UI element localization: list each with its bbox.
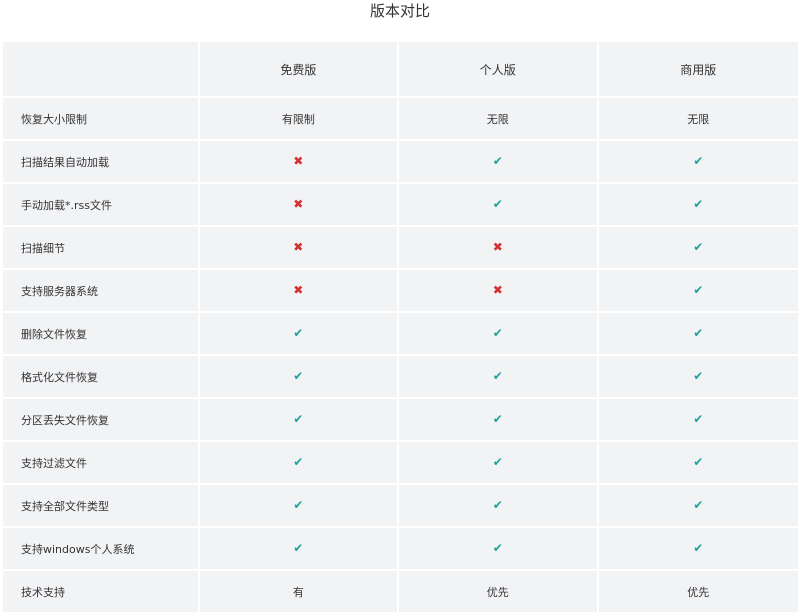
status-cell: ✔: [598, 184, 798, 227]
table-row: 扫描细节 ✖ ✖ ✔: [3, 227, 798, 270]
check-icon: ✔: [693, 541, 704, 555]
check-icon: ✔: [693, 197, 704, 211]
status-cell: ✔: [598, 141, 798, 184]
value-cell: 优先: [399, 571, 599, 614]
table-row: 恢复大小限制 有限制 无限 无限: [3, 98, 798, 141]
feature-label: 删除文件恢复: [3, 313, 200, 356]
table-row: 删除文件恢复 ✔ ✔ ✔: [3, 313, 798, 356]
check-icon: ✔: [293, 326, 304, 340]
status-cell: ✔: [199, 485, 400, 528]
status-cell: ✖: [399, 270, 599, 313]
feature-label: 支持windows个人系统: [3, 528, 200, 571]
check-icon: ✔: [492, 498, 503, 512]
header-personal-edition: 个人版: [399, 42, 599, 98]
check-icon: ✔: [693, 283, 704, 297]
status-cell: ✔: [598, 313, 798, 356]
feature-label: 支持服务器系统: [3, 270, 200, 313]
status-cell: ✔: [199, 399, 400, 442]
cross-icon: ✖: [492, 240, 503, 254]
table-row: 技术支持有优先 优先: [3, 571, 798, 614]
status-cell: ✔: [598, 485, 798, 528]
check-icon: ✔: [492, 541, 503, 555]
table-row: 支持过滤文件 ✔ ✔ ✔: [3, 442, 798, 485]
feature-label: 分区丢失文件恢复: [3, 399, 200, 442]
status-cell: ✖: [199, 141, 400, 184]
check-icon: ✔: [293, 412, 304, 426]
value-cell: 无限: [399, 98, 599, 141]
status-cell: ✔: [399, 141, 599, 184]
status-cell: ✖: [199, 270, 400, 313]
feature-label: 支持过滤文件: [3, 442, 200, 485]
check-icon: ✔: [492, 154, 503, 168]
header-free-edition: 免费版: [199, 42, 400, 98]
check-icon: ✔: [293, 369, 304, 383]
status-cell: ✖: [199, 227, 400, 270]
status-cell: ✔: [598, 528, 798, 571]
table-body: 恢复大小限制 有限制 无限 无限 扫描结果自动加载 ✖ ✔ ✔ 手动加载*.rss文件 ✖ ✔ ✔ 扫描…: [3, 98, 798, 614]
check-icon: ✔: [693, 326, 704, 340]
status-cell: ✔: [199, 356, 400, 399]
check-icon: ✔: [492, 455, 503, 469]
feature-label: 支持全部文件类型: [3, 485, 200, 528]
status-cell: ✔: [399, 528, 599, 571]
header-row: 免费版 个人版 商用版: [3, 42, 798, 98]
cross-icon: ✖: [293, 154, 304, 168]
check-icon: ✔: [293, 541, 304, 555]
table-row: 支持全部文件类型 ✔ ✔ ✔: [3, 485, 798, 528]
table-row: 支持服务器系统 ✖ ✖ ✔: [3, 270, 798, 313]
table-row: 分区丢失文件恢复 ✔ ✔ ✔: [3, 399, 798, 442]
check-icon: ✔: [492, 326, 503, 340]
status-cell: ✔: [199, 442, 400, 485]
status-cell: ✔: [199, 313, 400, 356]
check-icon: ✔: [693, 455, 704, 469]
feature-label: 格式化文件恢复: [3, 356, 200, 399]
status-cell: ✔: [598, 442, 798, 485]
status-cell: ✔: [399, 184, 599, 227]
status-cell: ✔: [399, 485, 599, 528]
header-business-edition: 商用版: [598, 42, 798, 98]
check-icon: ✔: [492, 197, 503, 211]
check-icon: ✔: [492, 412, 503, 426]
cross-icon: ✖: [293, 197, 304, 211]
status-cell: ✖: [399, 227, 599, 270]
value-cell: 优先: [598, 571, 798, 614]
table-row: 格式化文件恢复 ✔ ✔ ✔: [3, 356, 798, 399]
status-cell: ✔: [598, 227, 798, 270]
check-icon: ✔: [293, 498, 304, 512]
cross-icon: ✖: [492, 283, 503, 297]
status-cell: ✔: [399, 399, 599, 442]
status-cell: ✔: [598, 399, 798, 442]
check-icon: ✔: [492, 369, 503, 383]
table-row: 扫描结果自动加载 ✖ ✔ ✔: [3, 141, 798, 184]
table-row: 支持windows个人系统 ✔ ✔ ✔: [3, 528, 798, 571]
header-feature-cell: [3, 42, 200, 98]
status-cell: ✔: [399, 313, 599, 356]
feature-label: 手动加载*.rss文件: [3, 184, 200, 227]
status-cell: ✔: [199, 528, 400, 571]
feature-label: 恢复大小限制: [3, 98, 200, 141]
value-cell: 无限: [598, 98, 798, 141]
page-title: 版本对比: [369, 2, 430, 20]
status-cell: ✔: [598, 270, 798, 313]
table-row: 手动加载*.rss文件 ✖ ✔ ✔: [3, 184, 798, 227]
comparison-table: 免费版 个人版 商用版 恢复大小限制 有限制 无限 无限 扫描结果自动加载 ✖ ✔ ✔ 手动加载…: [3, 42, 798, 614]
status-cell: ✖: [199, 184, 400, 227]
check-icon: ✔: [693, 412, 704, 426]
check-icon: ✔: [293, 455, 304, 469]
value-cell: 有限制: [199, 98, 400, 141]
feature-label: 扫描结果自动加载: [3, 141, 200, 184]
value-cell: 有: [199, 571, 400, 614]
check-icon: ✔: [693, 369, 704, 383]
check-icon: ✔: [693, 240, 704, 254]
cross-icon: ✖: [293, 283, 304, 297]
feature-label: 扫描细节: [3, 227, 200, 270]
check-icon: ✔: [693, 154, 704, 168]
status-cell: ✔: [399, 442, 599, 485]
status-cell: ✔: [598, 356, 798, 399]
check-icon: ✔: [693, 498, 704, 512]
status-cell: ✔: [399, 356, 599, 399]
cross-icon: ✖: [293, 240, 304, 254]
feature-label: 技术支持: [3, 571, 200, 614]
